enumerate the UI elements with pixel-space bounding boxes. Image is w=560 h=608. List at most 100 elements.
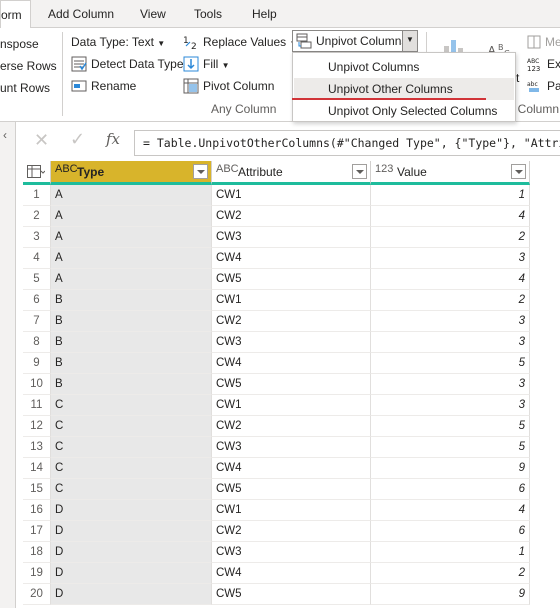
value-cell[interactable]: 5 (371, 353, 530, 374)
tab-view[interactable]: View (140, 0, 166, 28)
table-menu-button[interactable] (23, 161, 51, 185)
attribute-cell[interactable]: CW4 (212, 458, 371, 479)
table-row[interactable]: 18 D CW3 1 (23, 542, 560, 563)
table-row[interactable]: 12 C CW2 5 (23, 416, 560, 437)
attribute-cell[interactable]: CW1 (212, 395, 371, 416)
type-cell[interactable]: B (51, 332, 212, 353)
type-cell[interactable]: B (51, 353, 212, 374)
value-cell[interactable]: 5 (371, 437, 530, 458)
tab-help[interactable]: Help (252, 0, 277, 28)
attribute-cell[interactable]: CW4 (212, 563, 371, 584)
table-row[interactable]: 17 D CW2 6 (23, 521, 560, 542)
row-number[interactable]: 13 (23, 437, 51, 458)
attribute-cell[interactable]: CW5 (212, 269, 371, 290)
value-cell[interactable]: 6 (371, 479, 530, 500)
type-cell[interactable]: B (51, 290, 212, 311)
table-row[interactable]: 8 B CW3 3 (23, 332, 560, 353)
value-cell[interactable]: 5 (371, 416, 530, 437)
fx-icon[interactable]: fx (106, 130, 120, 148)
type-cell[interactable]: D (51, 521, 212, 542)
table-row[interactable]: 6 B CW1 2 (23, 290, 560, 311)
row-number[interactable]: 4 (23, 248, 51, 269)
attribute-cell[interactable]: CW5 (212, 584, 371, 605)
attribute-cell[interactable]: CW1 (212, 500, 371, 521)
count-rows-button[interactable]: unt Rows (0, 78, 50, 98)
row-number[interactable]: 9 (23, 353, 51, 374)
table-row[interactable]: 10 B CW5 3 (23, 374, 560, 395)
type-cell[interactable]: C (51, 395, 212, 416)
parse-button[interactable]: abc Par (527, 76, 560, 96)
value-cell[interactable]: 3 (371, 311, 530, 332)
row-number[interactable]: 12 (23, 416, 51, 437)
queries-pane-collapsed[interactable]: ‹ (0, 122, 16, 608)
attribute-cell[interactable]: CW4 (212, 248, 371, 269)
row-number[interactable]: 18 (23, 542, 51, 563)
column-header-value[interactable]: 123 Value (371, 161, 530, 185)
value-cell[interactable]: 4 (371, 500, 530, 521)
attribute-cell[interactable]: CW3 (212, 332, 371, 353)
type-cell[interactable]: D (51, 584, 212, 605)
row-number[interactable]: 5 (23, 269, 51, 290)
type-cell[interactable]: A (51, 248, 212, 269)
chevron-left-icon[interactable]: ‹ (3, 128, 7, 142)
attribute-cell[interactable]: CW3 (212, 437, 371, 458)
text-type-icon[interactable]: ABC (216, 163, 239, 175)
row-number[interactable]: 14 (23, 458, 51, 479)
type-cell[interactable]: B (51, 374, 212, 395)
table-row[interactable]: 5 A CW5 4 (23, 269, 560, 290)
row-number[interactable]: 3 (23, 227, 51, 248)
value-cell[interactable]: 4 (371, 269, 530, 290)
value-cell[interactable]: 1 (371, 542, 530, 563)
rename-button[interactable]: Rename (71, 76, 136, 96)
row-number[interactable]: 2 (23, 206, 51, 227)
data-type-dropdown[interactable]: Data Type: Text ▼ (71, 32, 165, 52)
table-row[interactable]: 3 A CW3 2 (23, 227, 560, 248)
unpivot-columns-button[interactable]: Unpivot Columns (292, 30, 418, 52)
attribute-cell[interactable]: CW1 (212, 185, 371, 206)
detect-data-type-button[interactable]: Detect Data Type (71, 54, 184, 74)
attribute-cell[interactable]: CW2 (212, 416, 371, 437)
table-row[interactable]: 1 A CW1 1 (23, 185, 560, 206)
type-cell[interactable]: C (51, 458, 212, 479)
tab-add-column[interactable]: Add Column (48, 0, 114, 28)
attribute-cell[interactable]: CW3 (212, 227, 371, 248)
type-cell[interactable]: B (51, 311, 212, 332)
menu-item-unpivot-other-columns[interactable]: Unpivot Other Columns (294, 78, 514, 100)
replace-values-button[interactable]: 12 Replace Values ▼ (183, 32, 297, 52)
table-row[interactable]: 9 B CW4 5 (23, 353, 560, 374)
attribute-cell[interactable]: CW2 (212, 521, 371, 542)
attribute-cell[interactable]: CW2 (212, 206, 371, 227)
value-cell[interactable]: 9 (371, 584, 530, 605)
row-number[interactable]: 19 (23, 563, 51, 584)
value-cell[interactable]: 2 (371, 227, 530, 248)
row-number[interactable]: 10 (23, 374, 51, 395)
table-row[interactable]: 19 D CW4 2 (23, 563, 560, 584)
column-header-type[interactable]: ABC Type (51, 161, 212, 185)
table-row[interactable]: 16 D CW1 4 (23, 500, 560, 521)
attribute-cell[interactable]: CW5 (212, 374, 371, 395)
type-cell[interactable]: A (51, 227, 212, 248)
number-type-icon[interactable]: 123 (375, 163, 393, 175)
text-type-icon[interactable]: ABC (55, 163, 78, 175)
table-row[interactable]: 14 C CW4 9 (23, 458, 560, 479)
tab-tools[interactable]: Tools (194, 0, 222, 28)
value-cell[interactable]: 1 (371, 185, 530, 206)
row-number[interactable]: 20 (23, 584, 51, 605)
row-number[interactable]: 1 (23, 185, 51, 206)
column-filter-dropdown[interactable] (511, 164, 526, 179)
table-row[interactable]: 11 C CW1 3 (23, 395, 560, 416)
extract-button[interactable]: ABC123 Ext (527, 54, 560, 74)
value-cell[interactable]: 2 (371, 290, 530, 311)
row-number[interactable]: 17 (23, 521, 51, 542)
column-filter-dropdown[interactable] (352, 164, 367, 179)
table-row[interactable]: 2 A CW2 4 (23, 206, 560, 227)
value-cell[interactable]: 3 (371, 374, 530, 395)
merge-columns-button[interactable]: Me (527, 32, 560, 52)
value-cell[interactable]: 6 (371, 521, 530, 542)
attribute-cell[interactable]: CW4 (212, 353, 371, 374)
table-row[interactable]: 4 A CW4 3 (23, 248, 560, 269)
value-cell[interactable]: 3 (371, 248, 530, 269)
value-cell[interactable]: 4 (371, 206, 530, 227)
pivot-column-button[interactable]: Pivot Column (183, 76, 274, 96)
menu-item-unpivot-only-selected-columns[interactable]: Unpivot Only Selected Columns (294, 100, 514, 122)
